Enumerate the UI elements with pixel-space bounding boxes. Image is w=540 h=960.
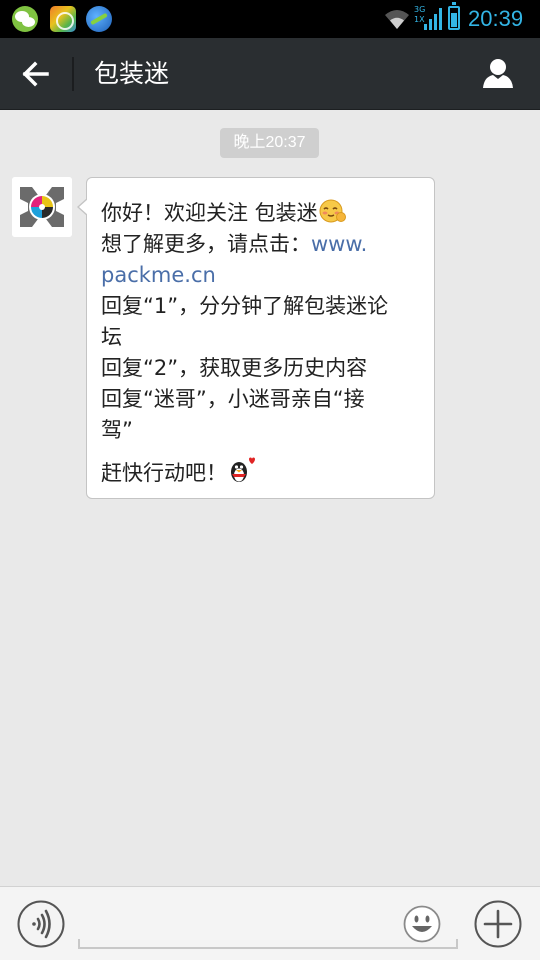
message-line: 赶快行动吧！ — [101, 456, 422, 489]
signal-icon — [424, 8, 442, 30]
status-time: 20:39 — [468, 6, 524, 31]
page-title: 包装迷 — [94, 59, 170, 88]
title-bar: 包装迷 — [0, 38, 540, 110]
message-text: 想了解更多，请点击： — [101, 232, 311, 256]
plus-icon — [483, 909, 513, 939]
packme-logo-icon — [12, 177, 72, 237]
message-text: 赶快行动吧！ — [101, 461, 227, 485]
message-text: 坛 — [101, 325, 122, 349]
message-line: packme.cn — [101, 260, 422, 291]
blushing-face-emoji — [319, 199, 346, 223]
back-button[interactable] — [14, 52, 58, 96]
message-text: 回复“迷哥”，小迷哥亲自“接 — [101, 387, 365, 411]
input-bar — [0, 886, 540, 960]
website-link[interactable]: www. — [311, 232, 367, 256]
message-text: 回复“2”，获取更多历史内容 — [101, 356, 368, 380]
website-link[interactable]: packme.cn — [101, 263, 216, 287]
message-text: 你好！欢迎关注 包装迷 — [101, 201, 318, 225]
voice-icon — [32, 909, 51, 939]
input-underline-left — [78, 939, 80, 949]
title-divider — [72, 57, 74, 91]
message-line: 你好！欢迎关注 包装迷 — [101, 198, 422, 229]
penguin-heart-emoji — [231, 457, 255, 482]
more-options-button[interactable] — [474, 900, 522, 948]
wechat-icon — [12, 6, 38, 32]
message-text: 回复“1”，分分钟了解包装迷论 — [101, 294, 389, 318]
message-bubble[interactable]: 你好！欢迎关注 包装迷 想了解更多，请点击：www. packme.cn 回复“… — [77, 177, 435, 499]
battery-icon — [448, 2, 460, 30]
input-underline-right — [456, 939, 458, 949]
app-store-icon — [50, 6, 76, 32]
chat-profile-button[interactable] — [476, 52, 520, 96]
status-bar: 3G 1X 20:39 — [0, 0, 540, 38]
emoji-button[interactable] — [403, 905, 441, 943]
voice-input-button[interactable] — [17, 900, 65, 948]
smiley-icon — [403, 905, 441, 943]
message-timestamp: 晚上20:37 — [220, 128, 319, 158]
sender-avatar[interactable] — [12, 177, 72, 237]
message-line: 想了解更多，请点击：www. — [101, 229, 422, 260]
person-icon — [483, 59, 513, 88]
chat-area[interactable]: 晚上20:37 你好！欢迎关注 包装迷 想了解更多，请点击：www. packm… — [0, 110, 540, 886]
arrow-left-icon — [22, 61, 49, 87]
browser-icon — [86, 6, 112, 32]
message-text: 驾” — [101, 418, 133, 442]
wifi-icon — [385, 10, 409, 29]
message-input[interactable] — [78, 899, 458, 949]
